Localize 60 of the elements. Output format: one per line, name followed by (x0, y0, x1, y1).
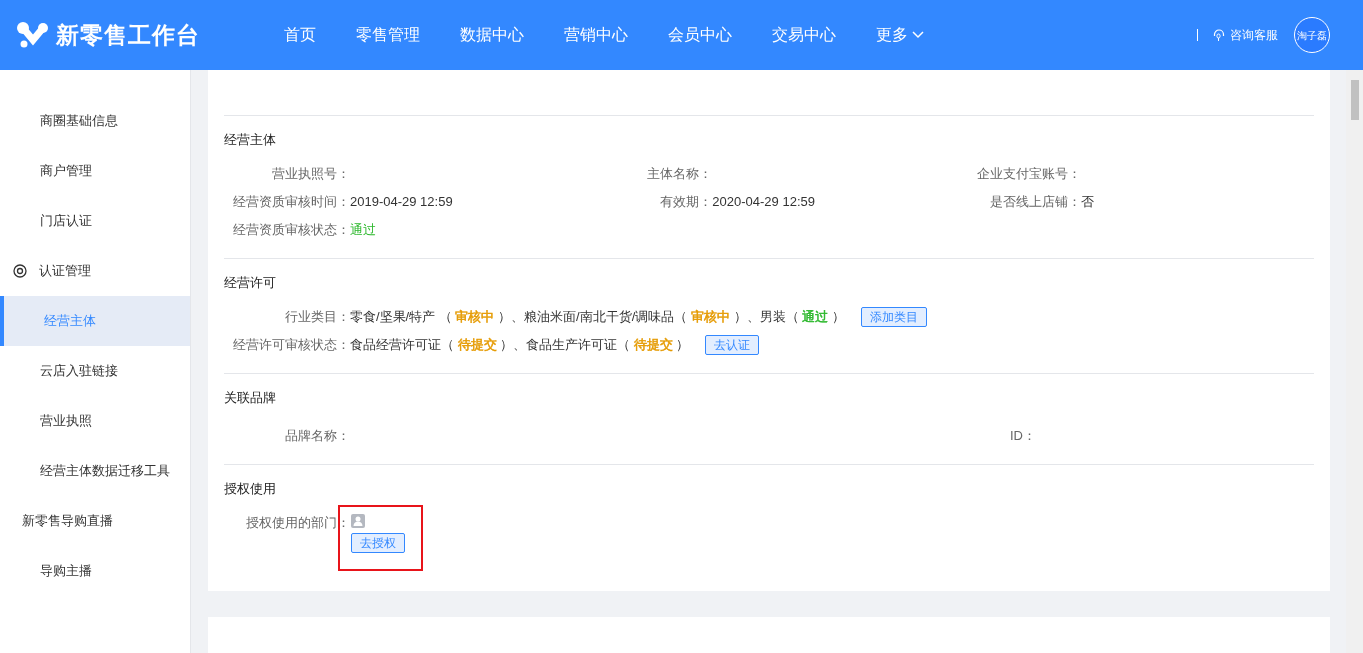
action-button[interactable]: 去认证 (705, 335, 760, 355)
field-label: 主体名称： (646, 165, 713, 184)
status-text: 通过 (802, 309, 829, 325)
action-button[interactable]: 添加类目 (860, 307, 927, 327)
status-text: 待提交 (633, 337, 673, 353)
status-text: 审核中 (455, 309, 495, 325)
field-label: 营业执照号： (271, 165, 350, 184)
brand-title: 新零售工作台 (56, 20, 200, 50)
field-value: 2019-04-29 12:59 (350, 193, 453, 212)
logo-icon (16, 20, 50, 50)
field-label: 经营资质审核时间： (232, 193, 350, 212)
user-avatar[interactable]: 淘子磊 (1294, 17, 1330, 53)
field-value: ） (675, 337, 690, 353)
section-title: 授权使用 (224, 480, 277, 498)
sidebar-item[interactable]: 商户管理 (0, 146, 190, 196)
field-label: 经营资质审核状态： (232, 221, 350, 240)
field-value: 零食/坚果/特产 （ (350, 309, 453, 325)
field-value: 通过 (350, 221, 376, 240)
sidebar-group[interactable]: 认证管理 (0, 246, 190, 296)
support-link[interactable]: 咨询客服 (1212, 26, 1278, 44)
section-title: 经营主体 (224, 131, 277, 149)
field-label: 授权使用的部门： (245, 514, 350, 532)
nav-link[interactable]: 数据中心 (460, 23, 524, 47)
sidebar-item[interactable]: 导购主播 (0, 546, 190, 596)
chevron-down-icon (912, 31, 924, 39)
nav-link[interactable]: 会员中心 (668, 23, 732, 47)
nav-link[interactable]: 营销中心 (564, 23, 628, 47)
field-value: 食品经营许可证（ (350, 337, 455, 353)
action-button[interactable]: 去授权 (351, 533, 405, 553)
field-value: 否 (1080, 193, 1094, 212)
sidebar-item[interactable]: 门店认证 (0, 196, 190, 246)
field-label: 企业支付宝账号： (975, 165, 1081, 184)
nav-link[interactable]: 首页 (284, 23, 316, 47)
field-label: 有效期： (659, 193, 713, 212)
nav-link[interactable]: 交易中心 (772, 23, 836, 47)
field-label: 行业类目： (284, 308, 350, 327)
sidebar-item[interactable]: 云店入驻链接 (0, 346, 190, 396)
field-value: ） (830, 309, 845, 325)
section-title: 经营许可 (224, 274, 277, 292)
field-label: 是否线上店铺： (988, 193, 1081, 212)
sidebar-item[interactable]: 营业执照 (0, 396, 190, 446)
status-text: 待提交 (457, 337, 497, 353)
field-label: 品牌名称： (284, 427, 350, 446)
field-value: 2020-04-29 12:59 (712, 193, 815, 212)
nav-link[interactable]: 更多 (876, 23, 924, 47)
field-value: ）、粮油米面/南北干货/调味品（ (497, 309, 689, 325)
sidebar-item[interactable]: 商圈基础信息 (0, 96, 190, 146)
section-title: 关联品牌 (224, 389, 277, 407)
field-value: ）、男装（ (732, 309, 800, 325)
field-label: ID： (1009, 427, 1036, 446)
status-text: 审核中 (690, 309, 730, 325)
sidebar-item[interactable]: 经营主体 (0, 296, 190, 346)
target-icon (13, 264, 27, 278)
field-label: 经营许可审核状态： (232, 336, 350, 355)
field-value: ）、食品生产许可证（ (499, 337, 632, 353)
sidebar-item[interactable]: 经营主体数据迁移工具 (0, 446, 190, 496)
nav-link[interactable]: 零售管理 (356, 23, 420, 47)
headset-icon (1212, 28, 1226, 42)
sidebar-section[interactable]: 新零售导购直播 (0, 496, 190, 546)
avatar-icon (351, 514, 365, 528)
